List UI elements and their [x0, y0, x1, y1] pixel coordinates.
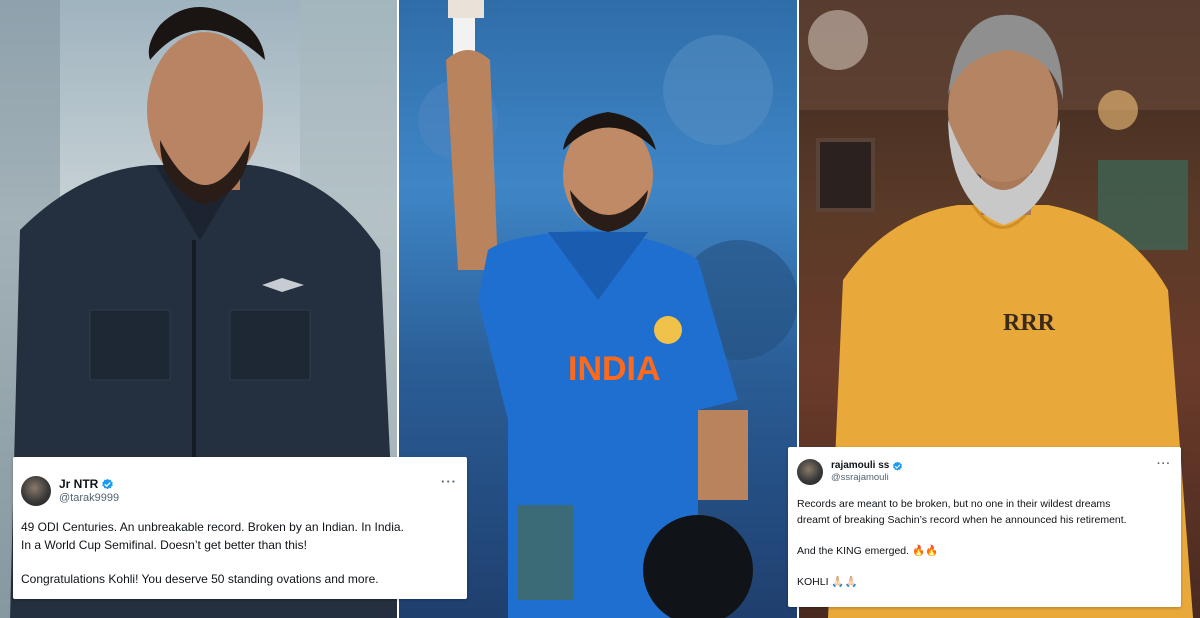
tweet-text: 49 ODI Centuries. An unbreakable record.… [21, 518, 461, 588]
tweet-header: Jr NTR @tarak9999 [21, 476, 119, 506]
tweet-line: Congratulations Kohli! You deserve 50 st… [21, 572, 379, 586]
verified-badge-icon [102, 478, 114, 490]
tweet-line: In a World Cup Semifinal. Doesn’t get be… [21, 538, 307, 552]
display-name[interactable]: Jr NTR [59, 477, 98, 491]
avatar[interactable] [797, 459, 823, 485]
tweet-card-jr-ntr[interactable]: Jr NTR @tarak9999 ··· 49 ODI Centuries. … [13, 457, 467, 599]
tweet-line: Records are meant to be broken, but no o… [797, 498, 1111, 510]
tweet-text: Records are meant to be broken, but no o… [797, 496, 1175, 590]
user-handle[interactable]: @tarak9999 [59, 492, 119, 505]
user-handle[interactable]: @ssrajamouli [831, 472, 903, 483]
jersey-india-text: INDIA [568, 350, 661, 388]
more-options-icon[interactable]: ··· [1157, 458, 1171, 470]
tweet-card-rajamouli[interactable]: rajamouli ss @ssrajamouli ··· Records ar… [788, 447, 1181, 607]
display-name[interactable]: rajamouli ss [831, 460, 889, 472]
tweet-line: KOHLI 🙏🏻🙏🏻 [797, 576, 858, 588]
tweet-line: 49 ODI Centuries. An unbreakable record.… [21, 520, 404, 534]
more-options-icon[interactable]: ··· [441, 474, 457, 489]
rrr-patch-text: RRR [1003, 310, 1056, 336]
tweet-line: And the KING emerged. 🔥🔥 [797, 545, 939, 557]
avatar[interactable] [21, 476, 51, 506]
verified-badge-icon [893, 461, 903, 471]
tweet-line: dreamt of breaking Sachin’s record when … [797, 514, 1127, 526]
tweet-header: rajamouli ss @ssrajamouli [797, 459, 903, 485]
